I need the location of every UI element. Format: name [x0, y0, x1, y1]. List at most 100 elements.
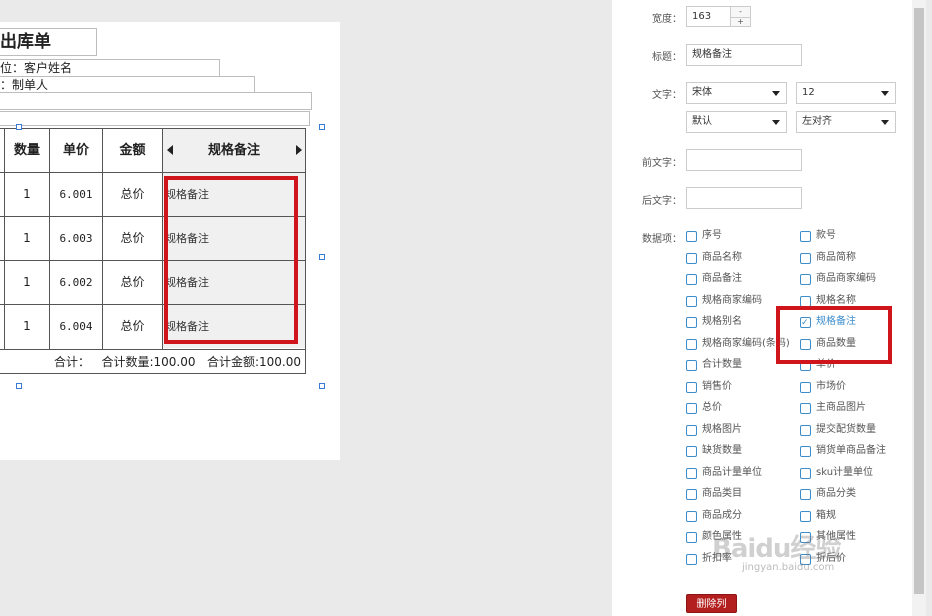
column-header-price[interactable]: 单价 — [50, 129, 102, 172]
checkbox-icon[interactable] — [686, 338, 697, 350]
checkbox-icon[interactable] — [686, 510, 697, 522]
resize-handle[interactable] — [16, 383, 22, 389]
cell-price: 6.002 — [59, 276, 93, 289]
checkbox-icon[interactable] — [800, 252, 811, 264]
cell-qty: 1 — [23, 187, 31, 201]
data-item-label: 箱规 — [816, 509, 836, 521]
checkbox-icon[interactable] — [686, 381, 697, 393]
font-select[interactable]: 宋体 — [686, 82, 787, 104]
data-item-label: sku计量单位 — [816, 466, 874, 478]
data-item-label: 商品类目 — [702, 488, 742, 499]
move-column-right-icon[interactable] — [296, 145, 302, 155]
align-value: 左对齐 — [802, 116, 832, 127]
prefix-input[interactable] — [686, 149, 802, 171]
checkbox-icon[interactable] — [800, 446, 811, 457]
checkbox-icon[interactable] — [800, 510, 811, 522]
checkbox-icon[interactable] — [686, 252, 697, 264]
checkbox-icon[interactable] — [800, 295, 811, 307]
checkbox-icon[interactable] — [800, 403, 811, 414]
resize-handle[interactable] — [319, 383, 325, 389]
font-size-select[interactable]: 12 — [796, 82, 896, 104]
design-canvas[interactable]: 出库单 位：客户姓名 ：制单人 数量 单价 金额 规格备注 1 6.001 总价… — [0, 22, 340, 460]
data-items-label: 数据项： — [642, 234, 682, 245]
prefix-label: 前文字： — [642, 158, 682, 169]
table-total-row: 合计： 合计数量:100.00 合计金额:100.00 — [0, 350, 305, 374]
data-item-label: 规格商家编码 — [702, 294, 762, 306]
chevron-down-icon — [772, 91, 780, 96]
checkbox-icon[interactable] — [686, 489, 697, 500]
cell-amount: 总价 — [120, 275, 145, 289]
width-spinner[interactable]: - + — [730, 6, 751, 27]
watermark: Baidu经验 — [712, 534, 841, 564]
title-input[interactable]: 规格备注 — [686, 44, 802, 66]
resize-handle[interactable] — [319, 124, 325, 130]
customer-unit-field[interactable]: 位：客户姓名 — [0, 59, 220, 77]
increment-button[interactable]: + — [731, 17, 750, 27]
column-header-qty[interactable]: 数量 — [5, 129, 49, 172]
data-item-label: 销售价 — [702, 380, 732, 392]
checkbox-icon[interactable] — [686, 274, 697, 285]
checkbox-icon[interactable] — [686, 532, 697, 543]
data-item-label: 商品商家编码 — [816, 273, 876, 284]
data-item-label: 缺货数量 — [702, 445, 742, 456]
checkbox-icon[interactable] — [800, 274, 811, 285]
cell-amount: 总价 — [120, 231, 145, 245]
delete-column-button[interactable]: 删除列 — [686, 594, 737, 613]
cell-price: 6.001 — [59, 188, 93, 201]
data-item-label: 商品简称 — [816, 251, 856, 263]
checkbox-icon[interactable] — [686, 231, 697, 242]
data-item-label: 款号 — [816, 230, 836, 241]
data-item-label: 序号 — [702, 230, 722, 241]
highlight-box — [164, 176, 298, 344]
column-header-amount[interactable]: 金额 — [103, 129, 162, 172]
data-item-label: 合计数量 — [702, 359, 742, 370]
highlight-box — [776, 306, 892, 364]
data-item-label: 商品分类 — [816, 488, 856, 499]
total-qty: 合计数量:100.00 — [101, 355, 196, 369]
checkbox-icon[interactable] — [800, 489, 811, 500]
checkbox-icon[interactable] — [800, 231, 811, 242]
checkbox-icon[interactable] — [686, 360, 697, 371]
checkbox-icon[interactable] — [686, 403, 697, 414]
data-item-label: 总价 — [702, 402, 722, 413]
checkbox-icon[interactable] — [686, 317, 697, 328]
checkbox-icon[interactable] — [686, 295, 697, 307]
text-label: 文字： — [652, 90, 682, 101]
data-item-label: 销货单商品备注 — [816, 445, 886, 456]
resize-handle[interactable] — [319, 254, 325, 260]
align-select[interactable]: 左对齐 — [796, 111, 896, 133]
checkbox-icon[interactable] — [800, 381, 811, 393]
font-style-select[interactable]: 默认 — [686, 111, 787, 133]
checkbox-icon[interactable] — [686, 467, 697, 479]
total-amount: 合计金额:100.00 — [206, 355, 301, 369]
suffix-input[interactable] — [686, 187, 802, 209]
scrollbar-thumb[interactable] — [914, 8, 924, 594]
checkbox-icon[interactable] — [686, 424, 697, 436]
data-item-label: 商品成分 — [702, 509, 742, 521]
checkbox-icon[interactable] — [800, 424, 811, 436]
data-item-label: 市场价 — [816, 380, 846, 392]
suffix-label: 后文字： — [642, 196, 682, 207]
document-title[interactable]: 出库单 — [0, 28, 97, 56]
font-select-value: 宋体 — [692, 87, 712, 98]
checkbox-icon[interactable] — [686, 446, 697, 457]
column-header-spec-note[interactable]: 规格备注 — [163, 129, 305, 172]
cell-qty: 1 — [23, 319, 31, 333]
checkbox-icon[interactable] — [686, 553, 697, 565]
empty-text-field[interactable] — [0, 92, 312, 110]
data-item-label: 提交配货数量 — [816, 423, 876, 435]
width-input[interactable]: 163 — [686, 6, 731, 27]
cell-amount: 总价 — [120, 319, 145, 333]
chevron-down-icon — [772, 120, 780, 125]
data-item-label: 商品备注 — [702, 273, 742, 284]
empty-text-field[interactable] — [0, 111, 310, 126]
resize-handle[interactable] — [16, 124, 22, 130]
total-label: 合计： — [53, 355, 90, 369]
data-item-label: 规格别名 — [702, 316, 742, 327]
chevron-down-icon — [881, 91, 889, 96]
data-item-label: 商品计量单位 — [702, 466, 762, 478]
move-column-left-icon[interactable] — [167, 145, 173, 155]
checkbox-icon[interactable] — [800, 467, 811, 479]
data-item-label: 商品名称 — [702, 251, 742, 263]
cell-qty: 1 — [23, 275, 31, 289]
